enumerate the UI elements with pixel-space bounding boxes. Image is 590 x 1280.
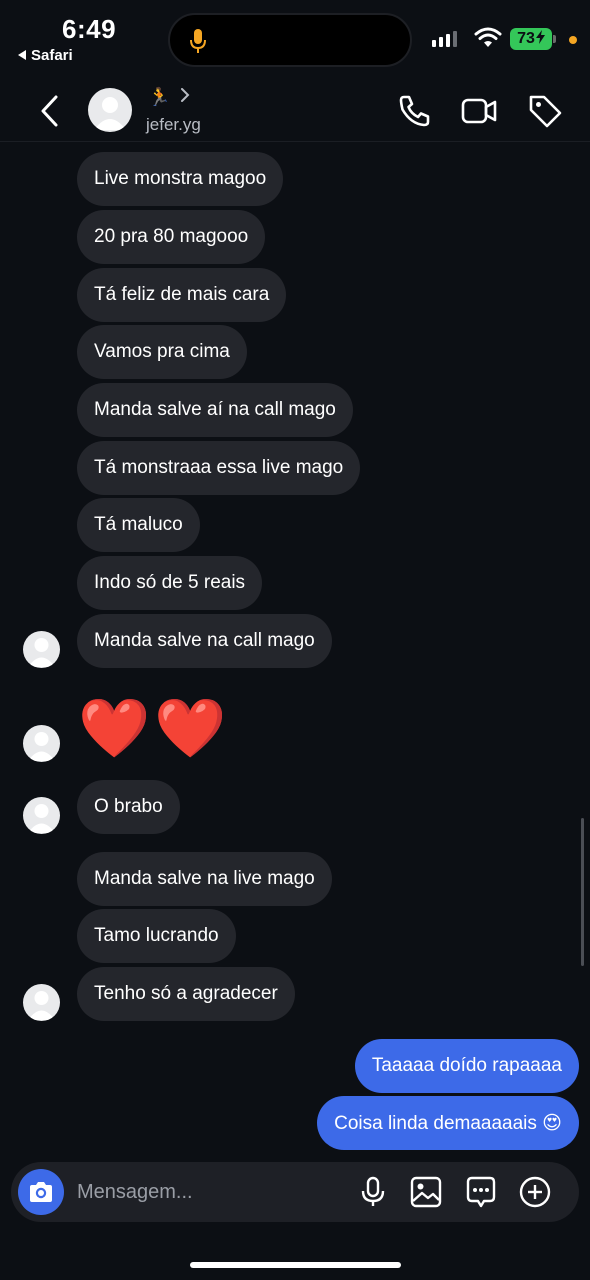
message-bubble-received[interactable]: 20 pra 80 magooo <box>77 210 266 264</box>
message-bubble-received[interactable]: Manda salve na live mago <box>77 852 332 906</box>
message-composer <box>11 1162 579 1222</box>
wifi-icon <box>474 27 502 54</box>
cellular-signal-icon <box>432 31 457 47</box>
message-bubble-sent[interactable]: Taaaaa doído rapaaaa <box>354 1039 579 1093</box>
message-bubble-received[interactable]: Live monstra magoo <box>77 152 284 206</box>
message-bubble-received[interactable]: Manda salve na call mago <box>77 614 332 668</box>
chevron-left-icon[interactable] <box>36 94 66 128</box>
chat-sticker-icon[interactable] <box>464 1175 498 1209</box>
message-bubble-received[interactable]: Tamo lucrando <box>77 909 236 963</box>
chevron-right-icon[interactable] <box>180 88 190 107</box>
back-triangle-icon <box>18 47 27 64</box>
message-bubble-sent[interactable]: Coisa linda demaaaaais 😍 <box>317 1096 579 1150</box>
microphone-indicator-icon <box>188 27 208 60</box>
message-input[interactable] <box>77 1162 347 1222</box>
microphone-icon[interactable] <box>356 1175 390 1209</box>
home-indicator[interactable] <box>190 1262 401 1268</box>
contact-avatar[interactable] <box>88 88 132 132</box>
message-bubble-received[interactable]: Vamos pra cima <box>77 325 247 379</box>
message-bubble-received[interactable]: Tá monstraaa essa live mago <box>77 441 361 495</box>
image-icon[interactable] <box>409 1175 443 1209</box>
phone-icon[interactable] <box>396 92 434 130</box>
dynamic-island <box>168 13 412 67</box>
chat-header: 🏃 jefer.yg <box>0 80 590 142</box>
battery-indicator: 73 <box>510 28 552 50</box>
sender-avatar[interactable] <box>23 984 60 1021</box>
privacy-indicator-dot <box>569 36 577 44</box>
message-bubble-received[interactable]: Tenho só a agradecer <box>77 967 295 1021</box>
battery-tip <box>553 35 556 43</box>
sender-avatar[interactable] <box>23 797 60 834</box>
camera-icon[interactable] <box>18 1169 64 1215</box>
contact-username[interactable]: jefer.yg <box>146 115 201 135</box>
status-time: 6:49 <box>62 14 117 44</box>
status-bar: 6:49 Safari 73 <box>0 0 590 80</box>
status-emoji: 🏃 <box>148 87 171 107</box>
back-app-label: Safari <box>31 47 73 64</box>
emoji-message-hearts[interactable]: ❤️❤️ <box>78 690 230 766</box>
charging-bolt-icon <box>535 29 545 49</box>
tag-icon[interactable] <box>526 92 564 130</box>
message-bubble-received[interactable]: O brabo <box>77 780 180 834</box>
plus-circle-icon[interactable] <box>518 1175 552 1209</box>
message-bubble-received[interactable]: Manda salve aí na call mago <box>77 383 353 437</box>
video-camera-icon[interactable] <box>460 92 498 130</box>
message-bubble-received[interactable]: Indo só de 5 reais <box>77 556 263 610</box>
message-bubble-received[interactable]: Tá maluco <box>77 498 200 552</box>
message-bubble-received[interactable]: Tá feliz de mais cara <box>77 268 287 322</box>
sender-avatar[interactable] <box>23 725 60 762</box>
sender-avatar[interactable] <box>23 631 60 668</box>
back-to-safari-link[interactable]: Safari <box>18 47 73 64</box>
battery-level: 73 <box>517 30 535 47</box>
scrollbar[interactable] <box>581 818 584 966</box>
